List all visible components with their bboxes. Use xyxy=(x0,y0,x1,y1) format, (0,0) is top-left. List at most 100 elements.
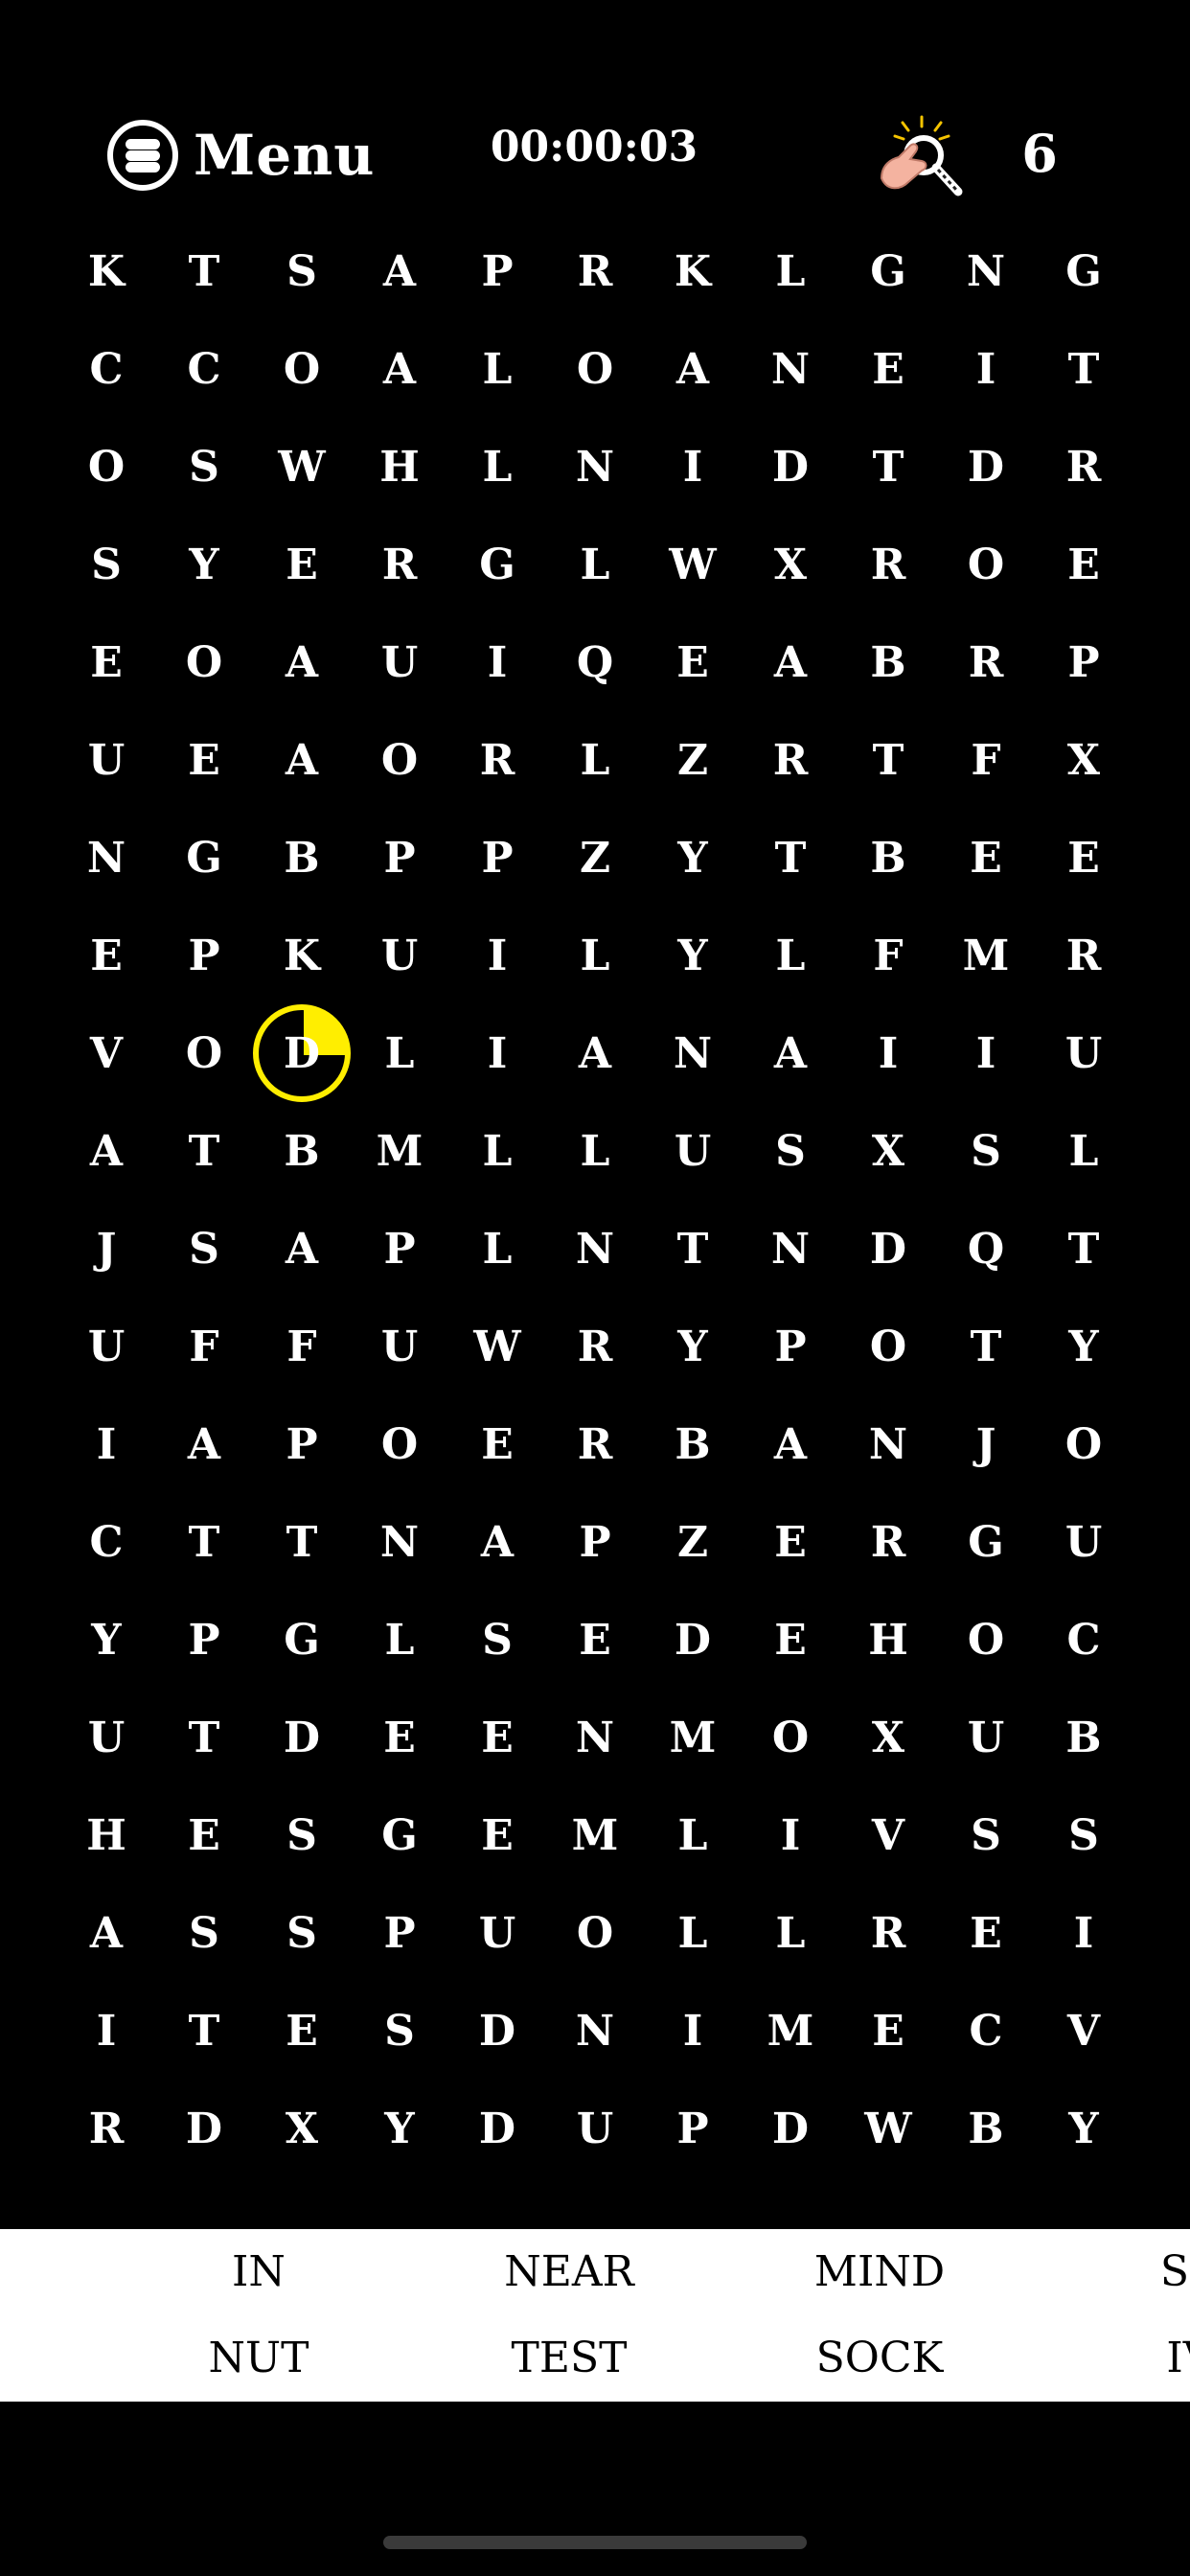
letter-cell[interactable]: A xyxy=(546,1004,644,1102)
letter-cell[interactable]: Q xyxy=(937,1200,1035,1298)
letter-cell[interactable]: I xyxy=(644,418,742,516)
letter-cell[interactable]: N xyxy=(57,809,155,907)
letter-cell[interactable]: H xyxy=(839,1591,937,1689)
letter-cell[interactable]: Y xyxy=(351,2080,448,2177)
letter-cell[interactable]: Z xyxy=(546,809,644,907)
letter-cell[interactable]: I xyxy=(937,320,1035,418)
letter-cell[interactable]: X xyxy=(1035,711,1133,809)
letter-cell[interactable]: N xyxy=(546,1200,644,1298)
letter-cell[interactable]: T xyxy=(937,1298,1035,1395)
letter-cell[interactable]: I xyxy=(839,1004,937,1102)
letter-cell[interactable]: F xyxy=(937,711,1035,809)
letter-cell[interactable]: P xyxy=(155,1591,253,1689)
letter-cell[interactable]: T xyxy=(155,1102,253,1200)
letter-cell[interactable]: I xyxy=(448,907,546,1004)
letter-cell[interactable]: V xyxy=(839,1786,937,1884)
letter-cell[interactable]: Z xyxy=(644,1493,742,1591)
letter-cell[interactable]: A xyxy=(57,1884,155,1982)
letter-cell[interactable]: Z xyxy=(644,711,742,809)
letter-cell[interactable]: L xyxy=(546,516,644,613)
letter-cell[interactable]: D xyxy=(448,1982,546,2080)
menu-button[interactable]: Menu xyxy=(107,115,375,196)
letter-cell[interactable]: L xyxy=(448,320,546,418)
letter-cell[interactable]: Y xyxy=(155,516,253,613)
letter-cell[interactable]: O xyxy=(57,418,155,516)
letter-cell[interactable]: B xyxy=(839,613,937,711)
letter-cell[interactable]: D xyxy=(253,1689,351,1786)
letter-cell[interactable]: B xyxy=(937,2080,1035,2177)
letter-cell[interactable]: E xyxy=(937,1884,1035,1982)
letter-cell[interactable]: H xyxy=(351,418,448,516)
letter-cell[interactable]: T xyxy=(253,1493,351,1591)
letter-cell[interactable]: X xyxy=(253,2080,351,2177)
letter-cell[interactable]: G xyxy=(351,1786,448,1884)
hint-button[interactable] xyxy=(874,111,970,203)
letter-cell[interactable]: F xyxy=(155,1298,253,1395)
letter-cell[interactable]: E xyxy=(57,613,155,711)
letter-cell[interactable]: R xyxy=(546,1298,644,1395)
letter-cell[interactable]: E xyxy=(57,907,155,1004)
letter-cell[interactable]: G xyxy=(155,809,253,907)
letter-cell[interactable]: O xyxy=(351,1395,448,1493)
letter-cell[interactable]: L xyxy=(644,1786,742,1884)
letter-cell[interactable]: I xyxy=(448,1004,546,1102)
letter-cell[interactable]: L xyxy=(448,1200,546,1298)
letter-cell[interactable]: O xyxy=(839,1298,937,1395)
letter-cell[interactable]: Q xyxy=(546,613,644,711)
letter-cell[interactable]: N xyxy=(839,1395,937,1493)
letter-cell[interactable]: Y xyxy=(1035,1298,1133,1395)
letter-cell[interactable]: O xyxy=(937,516,1035,613)
letter-cell[interactable]: A xyxy=(253,711,351,809)
letter-cell[interactable]: L xyxy=(546,1102,644,1200)
letter-cell[interactable]: W xyxy=(644,516,742,613)
letter-cell[interactable]: N xyxy=(546,1689,644,1786)
letter-cell[interactable]: W xyxy=(253,418,351,516)
letter-cell[interactable]: E xyxy=(155,711,253,809)
letter-cell[interactable]: C xyxy=(57,1493,155,1591)
letter-cell[interactable]: B xyxy=(253,1102,351,1200)
letter-cell[interactable]: E xyxy=(448,1395,546,1493)
letter-cell[interactable]: O xyxy=(937,1591,1035,1689)
letter-cell[interactable]: P xyxy=(448,809,546,907)
letter-cell[interactable]: R xyxy=(937,613,1035,711)
letter-cell[interactable]: I xyxy=(1035,1884,1133,1982)
letter-cell[interactable]: L xyxy=(742,907,839,1004)
letter-cell[interactable]: L xyxy=(742,222,839,320)
letter-cell[interactable]: A xyxy=(448,1493,546,1591)
letter-cell[interactable]: O xyxy=(155,1004,253,1102)
letter-cell[interactable]: Y xyxy=(644,1298,742,1395)
letter-cell[interactable]: U xyxy=(351,613,448,711)
letter-cell[interactable]: L xyxy=(351,1591,448,1689)
letter-cell[interactable]: P xyxy=(155,907,253,1004)
letter-cell[interactable]: A xyxy=(155,1395,253,1493)
letter-cell[interactable]: O xyxy=(351,711,448,809)
letter-cell[interactable]: W xyxy=(839,2080,937,2177)
letter-cell[interactable]: B xyxy=(253,809,351,907)
letter-cell[interactable]: L xyxy=(351,1004,448,1102)
letter-cell[interactable]: E xyxy=(253,516,351,613)
letter-cell[interactable]: T xyxy=(155,1982,253,2080)
letter-cell[interactable]: S xyxy=(253,222,351,320)
letter-cell[interactable]: N xyxy=(742,1200,839,1298)
letter-cell[interactable]: V xyxy=(57,1004,155,1102)
letter-cell[interactable]: R xyxy=(839,1884,937,1982)
letter-cell[interactable]: X xyxy=(839,1102,937,1200)
letter-cell[interactable]: J xyxy=(57,1200,155,1298)
letter-cell[interactable]: N xyxy=(546,418,644,516)
letter-cell[interactable]: R xyxy=(448,711,546,809)
letter-cell[interactable]: P xyxy=(448,222,546,320)
letter-cell[interactable]: N xyxy=(644,1004,742,1102)
letter-cell[interactable]: T xyxy=(839,711,937,809)
letter-cell[interactable]: S xyxy=(351,1982,448,2080)
letter-cell[interactable]: E xyxy=(155,1786,253,1884)
letter-cell[interactable]: M xyxy=(546,1786,644,1884)
letter-cell[interactable]: P xyxy=(742,1298,839,1395)
letter-cell[interactable]: R xyxy=(1035,907,1133,1004)
letter-cell[interactable]: D xyxy=(253,1004,351,1102)
letter-cell[interactable]: R xyxy=(839,516,937,613)
letter-cell[interactable]: O xyxy=(1035,1395,1133,1493)
letter-cell[interactable]: D xyxy=(448,2080,546,2177)
letter-cell[interactable]: K xyxy=(644,222,742,320)
letter-cell[interactable]: T xyxy=(155,1689,253,1786)
letter-cell[interactable]: E xyxy=(1035,809,1133,907)
